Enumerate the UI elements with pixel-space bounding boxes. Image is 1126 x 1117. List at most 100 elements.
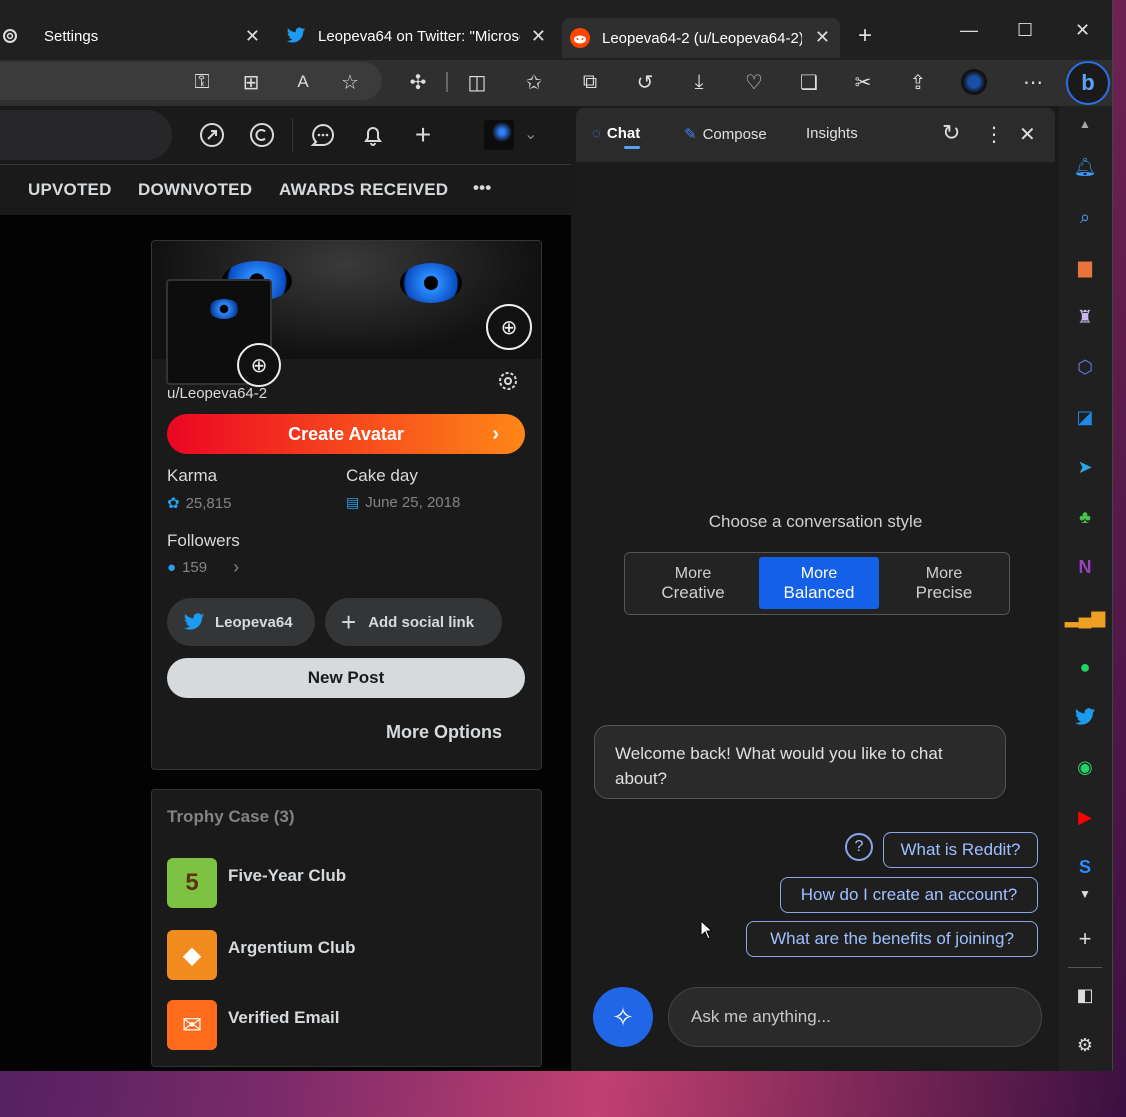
tab-chat[interactable]: ◌ Chat: [592, 125, 640, 142]
style-line: Precise: [915, 583, 973, 602]
trophy-item[interactable]: 5 Five-Year Club: [167, 857, 346, 909]
collections-icon[interactable]: ⧉: [576, 68, 604, 96]
close-window-button[interactable]: ✕: [1075, 20, 1090, 41]
sidebar-settings-icon[interactable]: ⚙: [1071, 1031, 1099, 1059]
tab-title: Leopeva64-2 (u/Leopeva64-2): [602, 29, 802, 47]
favorites-icon[interactable]: ✩: [520, 68, 548, 96]
more-menu-icon[interactable]: ⋯: [1019, 68, 1047, 96]
search-icon[interactable]: ⌕: [1071, 203, 1099, 231]
close-tab-icon[interactable]: ✕: [531, 26, 546, 47]
outlook-icon[interactable]: ◪: [1071, 403, 1099, 431]
suggestion-chip[interactable]: How do I create an account?: [780, 877, 1038, 913]
twitter-icon: [286, 27, 306, 45]
user-avatar[interactable]: [484, 120, 514, 150]
browser-essentials-icon[interactable]: ♡: [740, 68, 768, 96]
style-creative-button[interactable]: More Creative: [633, 557, 753, 609]
tab-compose[interactable]: ✎ Compose: [684, 125, 767, 144]
notification-icon[interactable]: 🔔︎: [1071, 153, 1099, 181]
bing-copilot-icon[interactable]: b: [1066, 61, 1110, 105]
chat-icon[interactable]: [308, 120, 338, 150]
key-icon[interactable]: ⚿: [188, 68, 216, 96]
apps-icon[interactable]: ❏: [795, 68, 823, 96]
telegram-icon[interactable]: ➤: [1071, 453, 1099, 481]
more-vertical-icon[interactable]: ⋮: [984, 122, 1004, 147]
trophy-item[interactable]: ◆ Argentium Club: [167, 929, 356, 981]
app-available-icon[interactable]: ⊞: [237, 68, 265, 96]
coins-icon[interactable]: [247, 120, 277, 150]
maximize-button[interactable]: ☐: [1017, 20, 1033, 41]
popular-icon[interactable]: [197, 120, 227, 150]
read-aloud-icon[interactable]: A: [289, 68, 317, 96]
spotify-icon[interactable]: ●: [1071, 653, 1099, 681]
youtube-icon[interactable]: ▶: [1071, 803, 1099, 831]
new-tab-button[interactable]: +: [858, 22, 872, 50]
style-line: More: [925, 565, 963, 582]
close-tab-icon[interactable]: ✕: [245, 26, 260, 47]
chevron-right-icon: ›: [233, 557, 240, 577]
twitter-social-link[interactable]: Leopeva64: [167, 598, 315, 646]
notification-bell-icon[interactable]: [358, 120, 388, 150]
tab-insights[interactable]: Insights: [806, 125, 858, 142]
tree-icon[interactable]: ♣: [1071, 503, 1099, 531]
new-post-button[interactable]: New Post: [167, 658, 525, 698]
new-topic-broom-icon[interactable]: ✧: [593, 987, 653, 1047]
favorite-star-icon[interactable]: ☆: [336, 68, 364, 96]
scroll-up-icon[interactable]: ▲: [1071, 110, 1099, 138]
close-tab-icon[interactable]: ✕: [815, 27, 830, 48]
search-input[interactable]: [0, 110, 172, 160]
help-question-icon[interactable]: ?: [845, 833, 873, 861]
banner-camera-icon[interactable]: ⊕: [486, 304, 532, 350]
history-icon[interactable]: ↺: [631, 68, 659, 96]
onenote-icon[interactable]: N: [1071, 553, 1099, 581]
create-post-plus-icon[interactable]: +: [408, 119, 438, 150]
settings-gear-icon[interactable]: [496, 369, 520, 393]
tab-twitter[interactable]: Leopeva64 on Twitter: "Microsc ✕: [276, 16, 556, 56]
more-options-button[interactable]: More Options: [386, 722, 502, 743]
games-icon[interactable]: ♜: [1071, 303, 1099, 331]
followers-label: Followers: [167, 531, 240, 550]
trophy-case: Trophy Case (3) 5 Five-Year Club ◆ Argen…: [151, 789, 542, 1067]
followers-stat[interactable]: ● 159 ›: [167, 557, 239, 578]
hide-sidebar-icon[interactable]: ◧: [1071, 981, 1099, 1009]
close-pane-icon[interactable]: ✕: [1019, 122, 1036, 147]
twitter-icon[interactable]: [1071, 703, 1099, 731]
trophy-item[interactable]: ✉ Verified Email: [167, 999, 340, 1051]
profile-avatar-icon[interactable]: [960, 68, 988, 96]
microsoft365-icon[interactable]: ⬡: [1071, 353, 1099, 381]
add-sidebar-app-icon[interactable]: +: [1071, 925, 1099, 953]
conversation-style-heading: Choose a conversation style: [708, 512, 923, 531]
screenshot-icon[interactable]: ✂: [849, 68, 877, 96]
more-tabs-icon[interactable]: •••: [473, 178, 491, 198]
tab-downvoted[interactable]: DOWNVOTED: [138, 180, 252, 200]
style-balanced-button[interactable]: More Balanced: [759, 557, 879, 609]
tab-settings[interactable]: Settings ✕: [0, 16, 270, 56]
chevron-down-icon[interactable]: ⌄: [524, 124, 537, 144]
followers-value: 159: [182, 559, 208, 576]
ask-input[interactable]: Ask me anything...: [668, 987, 1042, 1047]
create-avatar-button[interactable]: Create Avatar ›: [167, 414, 525, 454]
tab-awards-received[interactable]: AWARDS RECEIVED: [279, 180, 448, 200]
chat-bubble-icon: ◌: [592, 125, 601, 142]
karma-icon: ✿: [167, 495, 180, 512]
style-line: More: [800, 565, 838, 582]
refresh-icon[interactable]: ↻: [942, 120, 960, 146]
deezer-icon[interactable]: ▂▄▆: [1065, 603, 1105, 631]
extensions-icon[interactable]: ✣: [404, 68, 432, 96]
avatar-camera-icon[interactable]: ⊕: [237, 343, 281, 387]
suggestion-chip[interactable]: What are the benefits of joining?: [746, 921, 1038, 957]
suggestion-chip[interactable]: What is Reddit?: [883, 832, 1038, 868]
compose-icon: ✎: [684, 126, 697, 143]
tools-icon[interactable]: ▆: [1071, 253, 1099, 281]
share-icon[interactable]: ⇪: [904, 68, 932, 96]
welcome-message: Welcome back! What would you like to cha…: [594, 725, 1006, 799]
tab-reddit[interactable]: Leopeva64-2 (u/Leopeva64-2) ✕: [562, 18, 840, 58]
downloads-icon[interactable]: ⤓: [685, 68, 713, 96]
whatsapp-icon[interactable]: ◉: [1071, 753, 1099, 781]
skype-icon[interactable]: S: [1071, 853, 1099, 881]
style-precise-button[interactable]: More Precise: [884, 557, 1004, 609]
minimize-button[interactable]: —: [960, 20, 978, 41]
add-social-link-button[interactable]: + Add social link: [325, 598, 502, 646]
split-screen-icon[interactable]: ◫: [463, 68, 491, 96]
tab-upvoted[interactable]: UPVOTED: [28, 180, 112, 200]
scroll-down-icon[interactable]: ▼: [1071, 880, 1099, 908]
